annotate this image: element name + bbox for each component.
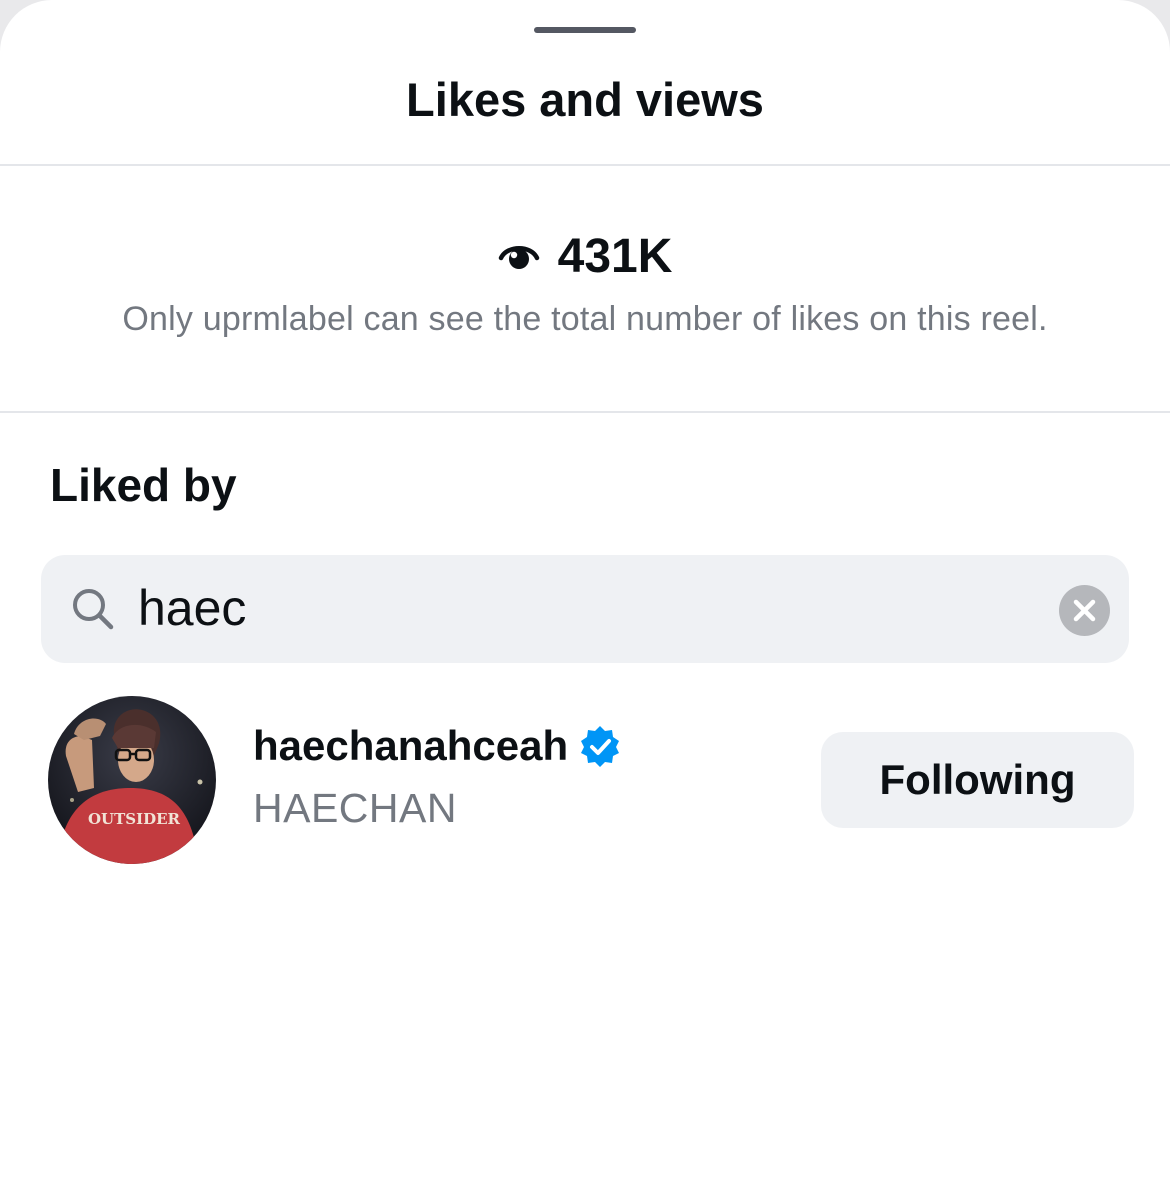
search-input[interactable]: haec	[138, 579, 246, 637]
views-count: 431K	[557, 229, 673, 283]
avatar-shirt-print: OUTSIDER	[88, 810, 181, 828]
search-icon	[73, 589, 114, 630]
full-name: HAECHAN	[253, 785, 457, 831]
verified-badge-icon	[581, 726, 620, 767]
views-summary: 431K	[0, 226, 1170, 286]
eye-icon	[498, 246, 539, 269]
clear-search-icon[interactable]	[1059, 585, 1110, 636]
header-divider	[0, 164, 1170, 166]
likes-privacy-note: Only uprmlabel can see the total number …	[122, 300, 1048, 338]
liked-by-heading: Liked by	[50, 459, 237, 511]
sheet-grabber-handle[interactable]	[534, 27, 636, 33]
search-field[interactable]: haec	[41, 555, 1129, 663]
username[interactable]: haechanahceah	[253, 722, 568, 770]
sheet-title: Likes and views	[406, 73, 764, 126]
likes-and-views-sheet: Likes and views 431K Only uprmlabel can …	[0, 0, 1170, 1200]
username-row[interactable]: haechanahceah	[253, 722, 622, 770]
views-divider	[0, 411, 1170, 413]
avatar[interactable]: OUTSIDER	[48, 696, 216, 864]
following-button[interactable]: Following	[821, 732, 1134, 828]
